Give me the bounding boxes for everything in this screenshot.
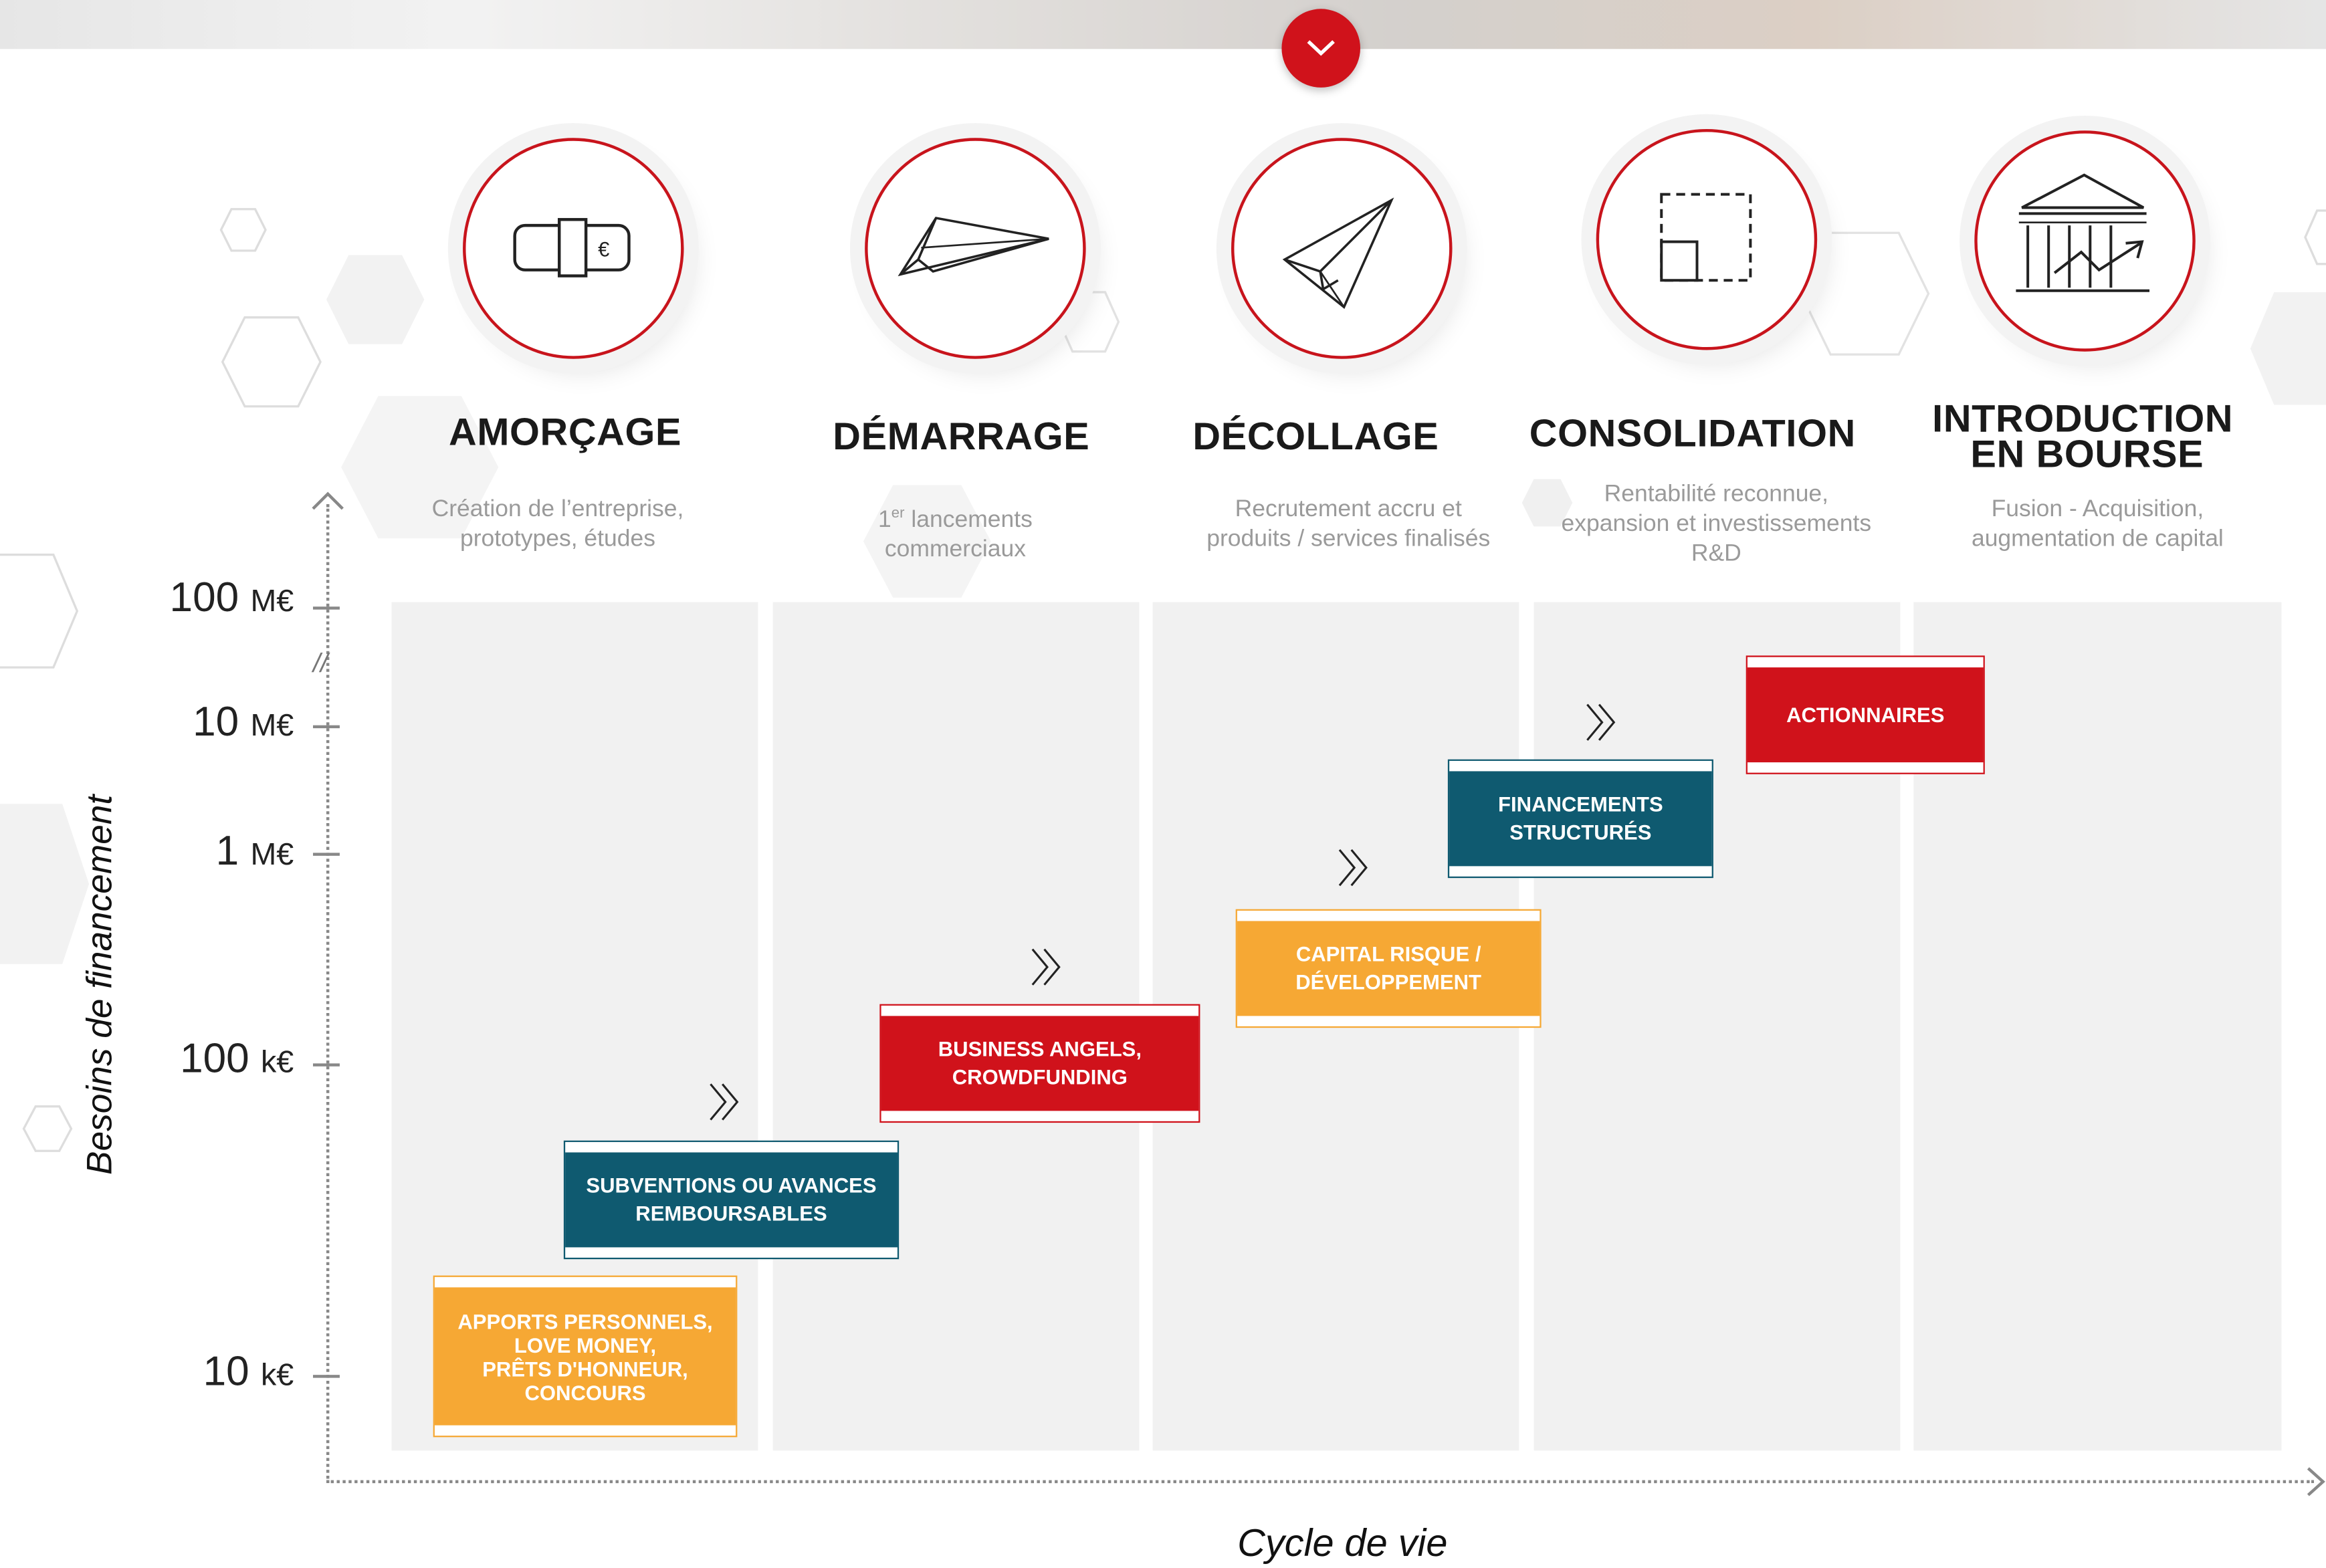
stage-icon-introduction-bourse: [1974, 130, 2196, 352]
funding-box-actionnaires: ACTIONNAIRES: [1746, 655, 1985, 774]
funding-box-financements-structures: FINANCEMENTS STRUCTURÉS: [1447, 759, 1713, 879]
funding-line: LOVE MONEY,: [514, 1332, 657, 1357]
x-axis-line: [326, 1480, 2315, 1484]
desc-line: augmentation de capital: [1971, 526, 2224, 552]
hexagon-decoration: [0, 553, 79, 669]
desc-line: prototypes, études: [459, 526, 655, 552]
y-tick-unit: M€: [250, 584, 294, 619]
stage-desc-introduction-bourse: Fusion - Acquisition, augmentation de ca…: [1912, 495, 2283, 555]
funding-line: STRUCTURÉS: [1509, 820, 1652, 845]
hexagon-decoration: [2250, 292, 2326, 405]
y-tick-value: 10: [193, 698, 239, 745]
stage-title-demarrage: DÉMARRAGE: [833, 413, 1090, 459]
paper-plane-rising-icon: [1282, 197, 1394, 309]
funding-line: BUSINESS ANGELS,: [938, 1036, 1142, 1060]
y-tick-unit: k€: [260, 1045, 294, 1080]
stock-exchange-icon: [2016, 173, 2150, 292]
y-tick-label: 10 M€: [193, 699, 294, 746]
stage-title-consolidation: CONSOLIDATION: [1529, 411, 1856, 455]
y-tick: [313, 606, 340, 610]
desc-text: lancements: [904, 508, 1033, 534]
stage-desc-demarrage: 1er lancements commerciaux: [770, 499, 1141, 565]
y-tick: [313, 725, 340, 729]
funding-line: SUBVENTIONS OU AVANCES: [586, 1173, 877, 1198]
hero-image-strip: [0, 0, 2326, 49]
y-tick-value: 100: [169, 574, 239, 621]
y-tick-label: 100 M€: [170, 574, 294, 621]
stage-title-amorcage: AMORÇAGE: [449, 409, 682, 454]
y-tick-label: 10 k€: [203, 1348, 294, 1395]
desc-line: R&D: [1691, 541, 1741, 567]
scroll-down-button[interactable]: [1281, 9, 1360, 88]
funding-line: CAPITAL RISQUE /: [1295, 941, 1481, 966]
double-chevron-right-icon: [1338, 849, 1368, 887]
funding-box-subventions: SUBVENTIONS OU AVANCES REMBOURSABLES: [563, 1140, 900, 1260]
double-chevron-right-icon: [1031, 948, 1061, 986]
svg-text:€: €: [598, 238, 609, 261]
funding-line: CONCOURS: [524, 1379, 646, 1404]
hexagon-decoration: [22, 1105, 73, 1152]
y-tick-unit: M€: [250, 838, 294, 873]
funding-line: ACTIONNAIRES: [1786, 703, 1945, 727]
y-tick-label: 100 k€: [180, 1035, 294, 1083]
funding-line: PRÊTS D'HONNEUR,: [482, 1356, 688, 1380]
stage-icon-amorcage: €: [463, 138, 684, 359]
desc-line: Rentabilité reconnue,: [1604, 481, 1829, 508]
y-axis-arrow-icon: [312, 491, 344, 510]
stage-desc-consolidation: Rentabilité reconnue, expansion et inves…: [1531, 481, 1902, 570]
funding-line: REMBOURSABLES: [635, 1201, 827, 1226]
x-axis-arrow-icon: [2307, 1467, 2325, 1496]
double-chevron-right-icon: [710, 1083, 739, 1121]
hexagon-decoration: [326, 255, 425, 344]
y-tick: [313, 853, 340, 856]
y-tick-label: 1 M€: [216, 828, 294, 875]
funding-line: FINANCEMENTS: [1498, 792, 1663, 816]
desc-line: Création de l’entreprise,: [431, 497, 684, 522]
stage-title-decollage: DÉCOLLAGE: [1192, 413, 1439, 459]
desc-line: Fusion - Acquisition,: [1991, 497, 2204, 522]
hexagon-decoration: [219, 208, 267, 252]
funding-line: APPORTS PERSONNELS,: [457, 1309, 713, 1333]
stage-desc-decollage: Recrutement accru et produits / services…: [1156, 495, 1542, 555]
hexagon-decoration: [1799, 231, 1930, 356]
stage-icon-demarrage: [865, 138, 1086, 359]
stage-icon-consolidation: [1596, 128, 1818, 350]
banknote-icon: €: [513, 218, 631, 277]
funding-box-apports-personnels: APPORTS PERSONNELS, LOVE MONEY, PRÊTS D'…: [433, 1275, 738, 1438]
expand-square-icon: [1660, 193, 1752, 282]
funding-line: CROWDFUNDING: [952, 1065, 1128, 1089]
y-tick-unit: M€: [250, 709, 294, 744]
y-tick: [313, 1375, 340, 1378]
desc-line: expansion et investissements: [1561, 512, 1872, 537]
x-axis-title: Cycle de vie: [1237, 1520, 1448, 1565]
paper-plane-flat-icon: [897, 217, 1049, 277]
desc-line: Recrutement accru et: [1235, 497, 1462, 522]
desc-superscript: er: [891, 506, 905, 522]
y-tick-value: 10: [203, 1348, 249, 1395]
chevron-down-icon: [1307, 40, 1335, 56]
funding-line: DÉVELOPPEMENT: [1295, 970, 1482, 994]
axis-break-mark: //: [313, 648, 328, 678]
hexagon-decoration: [221, 316, 322, 408]
y-tick-value: 100: [180, 1035, 249, 1081]
stage-icon-decollage: [1231, 138, 1453, 359]
double-chevron-right-icon: [1586, 703, 1616, 741]
funding-box-capital-risque: CAPITAL RISQUE / DÉVELOPPEMENT: [1235, 909, 1542, 1028]
y-tick-value: 1: [215, 827, 239, 874]
stage-desc-amorcage: Création de l’entreprise, prototypes, ét…: [373, 495, 744, 555]
funding-box-business-angels: BUSINESS ANGELS, CROWDFUNDING: [879, 1004, 1200, 1123]
desc-line: produits / services finalisés: [1206, 526, 1491, 552]
desc-line: commerciaux: [884, 537, 1026, 563]
y-tick: [313, 1063, 340, 1067]
desc-number: 1: [878, 508, 891, 534]
desc-line: 1er lancements: [770, 499, 1141, 536]
hexagon-decoration: [0, 804, 90, 964]
financing-diagram: € AMORÇAGE DÉMARRAGE DÉCOLLAGE CONSOLIDA…: [0, 0, 2326, 1568]
y-tick-unit: k€: [260, 1358, 294, 1393]
y-axis-title: Besoins de financement: [80, 794, 120, 1175]
hexagon-decoration: [2304, 209, 2326, 265]
stage-title-introduction-bourse: INTRODUCTION EN BOURSE: [1890, 393, 2276, 479]
